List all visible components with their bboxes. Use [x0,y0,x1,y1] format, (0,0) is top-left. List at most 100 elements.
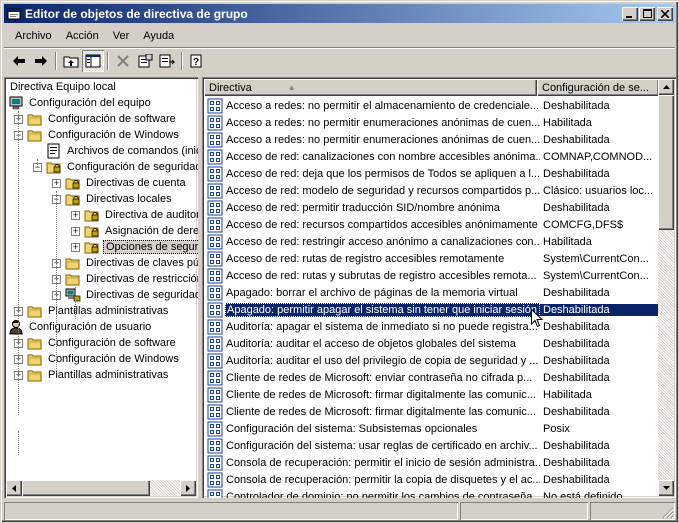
help-button[interactable]: ? [186,50,208,72]
menu-archivo[interactable]: Archivo [8,28,59,44]
policy-setting: Deshabilitada [540,303,660,316]
policy-row[interactable]: Configuración del sistema: usar reglas d… [204,437,660,454]
policy-row[interactable]: Acceso de red: rutas de registro accesib… [204,250,660,267]
folder-icon [27,351,43,367]
menu-ver[interactable]: Ver [106,28,137,44]
policy-row[interactable]: Auditoría: apagar el sistema de inmediat… [204,318,660,335]
resize-grip-icon[interactable] [662,507,674,519]
sort-ascending-icon: ▲ [287,83,296,92]
folder-icon [65,271,81,287]
tree-horizontal-scrollbar[interactable] [6,480,196,496]
column-header-directiva[interactable]: Directiva ▲ [204,79,537,96]
tree-node[interactable]: + Directivas de claves pú [52,255,198,271]
show-hide-tree-button[interactable] [82,50,104,72]
arrow-up-icon [662,85,670,89]
tree-node[interactable]: − Configuración de Windows [14,127,181,143]
policy-row[interactable]: Acceso de red: modelo de seguridad y rec… [204,182,660,199]
tree-node[interactable]: + Configuración de software [14,335,178,351]
policy-row[interactable]: Acceso de red: canalizaciones con nombre… [204,148,660,165]
delete-button[interactable] [112,50,134,72]
up-one-level-button[interactable] [60,50,82,72]
tree-pane[interactable]: Directiva Equipo local Configuración del… [4,77,198,498]
column-header-configuracion[interactable]: Configuración de se... [537,79,659,96]
tree-node[interactable]: + Directivas de cuenta [52,175,188,191]
policy-setting-icon [207,98,223,113]
policy-row[interactable]: Acceso de red: permitir traducción SID/n… [204,199,660,216]
policy-row[interactable]: Cliente de redes de Microsoft: firmar di… [204,386,660,403]
scroll-down-button[interactable] [658,480,674,496]
tree-node[interactable]: + Directiva de auditor [71,207,198,223]
title-bar[interactable]: Editor de objetos de directiva de grupo [4,4,675,23]
policy-row[interactable]: Controlador de dominio: no permitir los … [204,488,660,498]
policy-row[interactable]: Cliente de redes de Microsoft: enviar co… [204,369,660,386]
policy-row[interactable]: Acceso a redes: no permitir enumeracione… [204,131,660,148]
policy-row[interactable]: Configuración del sistema: Subsistemas o… [204,420,660,437]
menu-accion[interactable]: Acción [59,28,106,44]
policy-row[interactable]: Consola de recuperación: permitir la cop… [204,471,660,488]
policy-setting: Habilitada [543,235,592,248]
tree-node-label: Configuración de seguridad [67,161,198,173]
policy-row[interactable]: Acceso a redes: no permitir el almacenam… [204,97,660,114]
expand-icon[interactable]: + [71,210,80,220]
scroll-left-button[interactable] [6,480,22,496]
properties-icon [138,54,153,68]
forward-button[interactable] [30,50,52,72]
list-vertical-scrollbar[interactable] [658,79,674,496]
folder-icon [65,255,81,271]
scroll-right-button[interactable] [180,480,196,496]
security-folder-icon [84,207,100,223]
tree-node[interactable]: − Directivas locales [52,191,174,207]
tree-node-label: Directiva de auditor [105,209,198,221]
folder-icon [27,127,43,143]
policy-setting: COMCFG,DFS$ [543,218,624,231]
policy-row[interactable]: Auditoría: auditar el uso del privilegio… [204,352,660,369]
close-button[interactable] [657,6,673,21]
policy-list-pane[interactable]: Directiva ▲ Configuración de se... Acces… [202,77,676,498]
forward-arrow-icon [35,56,47,66]
tree-node[interactable]: + Configuración de Windows [14,351,181,367]
maximize-button[interactable] [639,6,655,21]
tree-scroll-thumb[interactable] [22,480,150,496]
tree-node[interactable]: + Directivas de restricciór [52,271,198,287]
properties-button[interactable] [134,50,156,72]
policy-row[interactable]: Acceso de red: deja que los permisos de … [204,165,660,182]
tree-node[interactable]: + Configuración de software [14,111,178,127]
tree-node[interactable]: − Configuración de seguridad [33,159,198,175]
scroll-up-button[interactable] [658,79,674,95]
tree-node-label: Configuración de software [48,113,176,125]
policy-row[interactable]: Consola de recuperación: permitir el ini… [204,454,660,471]
policy-setting-icon [207,115,223,130]
tree-node-label: Directivas locales [86,193,172,205]
security-folder-icon [46,159,62,175]
policy-setting-icon [207,132,223,147]
tree-node[interactable]: + Directivas de seguridad [52,287,198,303]
policy-row[interactable]: Cliente de redes de Microsoft: firmar di… [204,403,660,420]
menu-ayuda[interactable]: Ayuda [136,28,181,44]
gpedit-app-icon[interactable] [6,6,22,22]
policy-row[interactable]: Acceso de red: recursos compartidos acce… [204,216,660,233]
minimize-button[interactable] [622,6,638,21]
tree-node[interactable]: Archivos de comandos (inic [33,143,198,159]
tree-node[interactable]: + Opciones de seguri [71,239,198,255]
tree-node[interactable]: + Asignación de dere [71,223,198,239]
policy-row[interactable]: Acceso a redes: no permitir enumeracione… [204,114,660,131]
policy-row[interactable]: Acceso de red: rutas y subrutas de regis… [204,267,660,284]
tree-node[interactable]: Configuración del equipo [8,95,153,111]
security-folder-icon [84,223,100,239]
tree-root-label[interactable]: Directiva Equipo local [6,79,116,95]
expand-icon[interactable]: + [71,242,80,252]
expand-icon[interactable]: + [52,178,61,188]
policy-row[interactable]: Auditoría: auditar el acceso de objetos … [204,335,660,352]
list-scroll-thumb[interactable] [658,95,674,230]
policy-row[interactable]: Acceso de red: restringir acceso anónimo… [204,233,660,250]
expand-icon[interactable]: + [71,226,80,236]
policy-row[interactable]: Apagado: borrar el archivo de páginas de… [204,284,660,301]
tree-node-label: Opciones de seguri [103,240,198,254]
tree-node[interactable]: + Plantillas administrativas [14,367,170,383]
policy-name: Cliente de redes de Microsoft: enviar co… [226,371,533,384]
tree-node[interactable]: Configuración de usuario [8,319,153,335]
tree-node[interactable]: + Plantillas administrativas [14,303,170,319]
policy-row[interactable]: Apagado: permitir apagar el sistema sin … [204,301,660,318]
back-button[interactable] [8,50,30,72]
export-list-button[interactable] [156,50,178,72]
